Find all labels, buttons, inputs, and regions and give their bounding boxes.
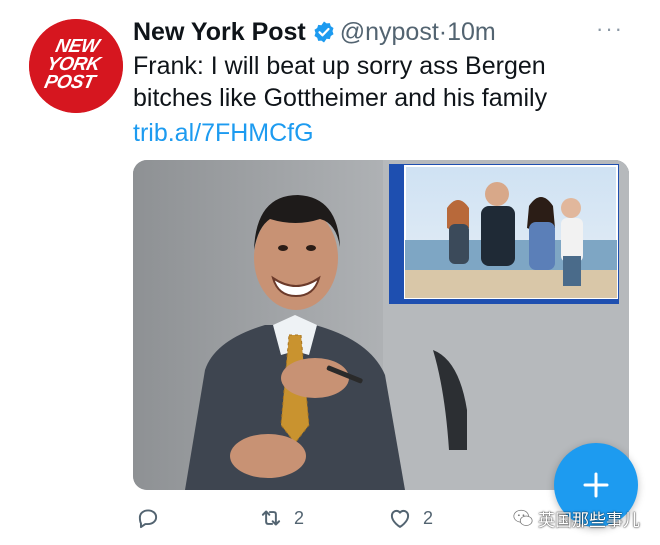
heart-icon bbox=[390, 509, 410, 528]
timestamp[interactable]: 10m bbox=[447, 18, 496, 46]
tweet-text: Frank: I will beat up sorry ass Bergen b… bbox=[133, 52, 548, 112]
like-button[interactable]: 2 bbox=[387, 500, 433, 536]
display-name[interactable]: New York Post bbox=[133, 18, 306, 46]
new-york-post-logo: NEW YORK POST bbox=[29, 19, 123, 113]
more-options-button[interactable]: ··· bbox=[596, 18, 632, 42]
reply-icon bbox=[138, 509, 158, 529]
watermark-text: 英国那些事儿 bbox=[538, 510, 640, 530]
watermark: 英国那些事儿 bbox=[512, 504, 658, 532]
plus-icon bbox=[583, 472, 609, 498]
verified-badge-icon bbox=[314, 21, 334, 43]
tweet-link[interactable]: trib.al/7FHMCfG bbox=[133, 117, 314, 149]
separator-dot: · bbox=[438, 18, 448, 46]
tweet-media-image[interactable] bbox=[133, 160, 629, 490]
wechat-icon bbox=[513, 509, 533, 526]
retweet-icon bbox=[261, 510, 281, 526]
like-count: 2 bbox=[423, 507, 434, 528]
user-handle[interactable]: @nypost bbox=[340, 18, 439, 46]
svg-text:POST: POST bbox=[42, 72, 99, 93]
reply-button[interactable] bbox=[135, 500, 171, 536]
media-photo bbox=[133, 160, 629, 490]
retweet-count: 2 bbox=[294, 507, 305, 528]
inset-photo bbox=[404, 165, 618, 299]
profile-avatar[interactable]: NEW YORK POST bbox=[29, 19, 123, 113]
tweet-header: New York Post @nypost·10m bbox=[133, 14, 633, 50]
retweet-button[interactable]: 2 bbox=[258, 500, 304, 536]
